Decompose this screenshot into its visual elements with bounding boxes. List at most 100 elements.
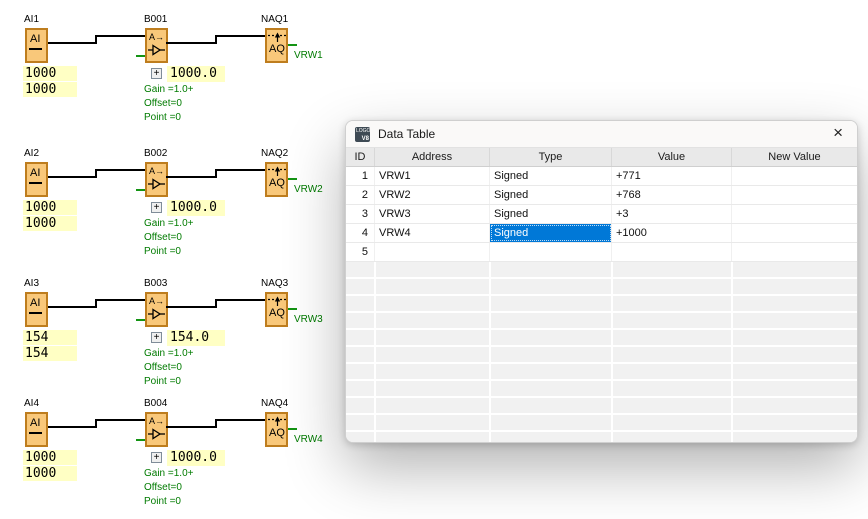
- cell-value[interactable]: [612, 243, 732, 261]
- input-live-value: 154: [23, 330, 77, 345]
- cell-new-value[interactable]: [732, 243, 857, 261]
- cell-value[interactable]: +771: [612, 167, 732, 185]
- cell-new-value[interactable]: [732, 167, 857, 185]
- cell-new-value[interactable]: [732, 224, 857, 242]
- expand-parameters-button[interactable]: +: [151, 332, 162, 343]
- wire: [166, 426, 217, 428]
- offset-parameter: Offset=0: [144, 98, 182, 109]
- analog-line-icon: [29, 48, 42, 50]
- fbd-group: AI4 B004 NAQ4 AI A→ AQ: [0, 398, 345, 519]
- network-output-stub: [288, 44, 297, 46]
- cell-value[interactable]: +1000: [612, 224, 732, 242]
- app-canvas: AI 1 B001 NAQ1 AI A→ AQ: [0, 0, 868, 519]
- block-live-value: 1000.0: [167, 200, 225, 216]
- amplifier-icon: [147, 308, 167, 320]
- wire: [48, 42, 97, 44]
- input-live-value: 1000: [23, 82, 77, 97]
- cell-address[interactable]: [375, 243, 490, 261]
- cell-type-selected[interactable]: Signed: [490, 224, 612, 242]
- column-separator: [611, 262, 613, 442]
- wire: [215, 169, 265, 171]
- column-header-address[interactable]: Address: [375, 148, 490, 166]
- cell-type[interactable]: Signed: [490, 186, 612, 204]
- analog-amplifier-block[interactable]: A→: [145, 162, 168, 197]
- wire: [48, 306, 97, 308]
- block-live-value: 1000.0: [167, 450, 225, 466]
- network-analog-output-block[interactable]: AQ: [265, 412, 288, 447]
- wire: [95, 299, 145, 301]
- network-output-icon: [268, 416, 287, 427]
- expand-parameters-button[interactable]: +: [151, 452, 162, 463]
- cell-id[interactable]: 5: [346, 243, 375, 261]
- analog-input-block[interactable]: AI: [25, 412, 48, 447]
- network-variable-tag: VRW2: [294, 184, 323, 195]
- column-separator: [731, 262, 733, 442]
- cell-new-value[interactable]: [732, 186, 857, 204]
- wire: [166, 176, 217, 178]
- network-output-icon: [268, 32, 287, 43]
- network-analog-output-block[interactable]: AQ: [265, 162, 288, 197]
- analog-input-block[interactable]: AI: [25, 292, 48, 327]
- analog-amplifier-block[interactable]: A→: [145, 292, 168, 327]
- unconnected-input-stub: [136, 319, 145, 321]
- cell-value[interactable]: +3: [612, 205, 732, 223]
- expand-parameters-button[interactable]: +: [151, 68, 162, 79]
- wire: [95, 35, 145, 37]
- analog-line-icon: [29, 432, 42, 434]
- cell-value[interactable]: +768: [612, 186, 732, 204]
- table-row: 3 VRW3 Signed +3: [346, 205, 857, 224]
- cell-type[interactable]: Signed: [490, 167, 612, 185]
- block-live-value: 1000.0: [167, 66, 225, 82]
- network-variable-tag: VRW3: [294, 314, 323, 325]
- wire: [95, 169, 145, 171]
- cell-type[interactable]: [490, 243, 612, 261]
- input-live-value: 154: [23, 346, 77, 361]
- cell-address[interactable]: VRW3: [375, 205, 490, 223]
- amplifier-block-label: B004: [144, 398, 167, 409]
- cell-address[interactable]: VRW4: [375, 224, 490, 242]
- cell-id[interactable]: 3: [346, 205, 375, 223]
- expand-parameters-button[interactable]: +: [151, 202, 162, 213]
- column-header-id[interactable]: ID: [346, 148, 375, 166]
- analog-input-block[interactable]: AI: [25, 162, 48, 197]
- close-icon[interactable]: ×: [833, 124, 843, 142]
- point-parameter: Point =0: [144, 496, 181, 507]
- output-block-label: NAQ4: [261, 398, 288, 409]
- wire: [166, 306, 217, 308]
- cell-address[interactable]: VRW1: [375, 167, 490, 185]
- table-row: 4 VRW4 Signed +1000: [346, 224, 857, 243]
- amplifier-block-label: B002: [144, 148, 167, 159]
- input-live-value: 1000: [23, 466, 77, 481]
- network-analog-output-block[interactable]: AQ: [265, 28, 288, 63]
- data-table-window: LOGO V8 Data Table × ID Address Type Val…: [345, 120, 858, 443]
- cell-id[interactable]: 4: [346, 224, 375, 242]
- point-parameter: Point =0: [144, 246, 181, 257]
- column-header-new-value[interactable]: New Value: [732, 148, 857, 166]
- table-empty-area: [346, 262, 857, 442]
- window-titlebar[interactable]: LOGO V8 Data Table ×: [346, 121, 857, 148]
- cell-type[interactable]: Signed: [490, 205, 612, 223]
- wire: [166, 42, 217, 44]
- cell-id[interactable]: 1: [346, 167, 375, 185]
- point-parameter: Point =0: [144, 112, 181, 123]
- cell-address[interactable]: VRW2: [375, 186, 490, 204]
- network-analog-output-block[interactable]: AQ: [265, 292, 288, 327]
- column-header-value[interactable]: Value: [612, 148, 732, 166]
- analog-line-icon: [29, 312, 42, 314]
- output-block-label: NAQ3: [261, 278, 288, 289]
- amplifier-block-label: B001: [144, 14, 167, 25]
- input-live-value: 1000: [23, 66, 77, 81]
- offset-parameter: Offset=0: [144, 362, 182, 373]
- gain-parameter: Gain =1.0+: [144, 218, 193, 229]
- analog-amplifier-block[interactable]: A→: [145, 412, 168, 447]
- input-live-value: 1000: [23, 200, 77, 215]
- output-block-label: NAQ1: [261, 14, 288, 25]
- gain-parameter: Gain =1.0+: [144, 84, 193, 95]
- network-output-icon: [268, 166, 287, 177]
- cell-id[interactable]: 2: [346, 186, 375, 204]
- analog-amplifier-block[interactable]: A→: [145, 28, 168, 63]
- analog-input-block[interactable]: AI: [25, 28, 48, 63]
- column-header-type[interactable]: Type: [490, 148, 612, 166]
- unconnected-input-stub: [136, 189, 145, 191]
- cell-new-value[interactable]: [732, 205, 857, 223]
